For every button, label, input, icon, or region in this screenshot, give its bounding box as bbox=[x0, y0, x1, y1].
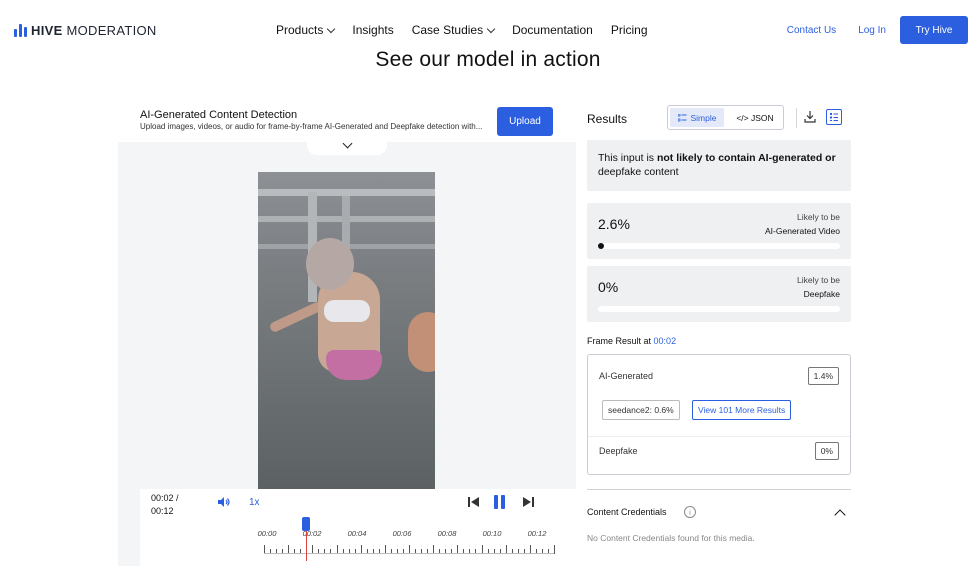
ai-generated-label: AI-Generated bbox=[599, 371, 654, 381]
score-value: 2.6% bbox=[598, 216, 630, 232]
view-toggle: Simple </> JSON bbox=[667, 105, 784, 130]
playhead-handle[interactable] bbox=[302, 517, 310, 531]
score-category: AI-Generated Video bbox=[765, 226, 840, 236]
score-card-ai-generated: 2.6% Likely to be AI-Generated Video bbox=[587, 203, 851, 259]
download-icon[interactable] bbox=[804, 111, 816, 123]
score-bar bbox=[598, 306, 840, 312]
chevron-down-icon bbox=[486, 24, 496, 33]
blurred-face bbox=[306, 238, 354, 290]
video-preview[interactable] bbox=[258, 172, 435, 489]
logo-bars-icon bbox=[14, 24, 27, 37]
timeline-label: 00:08 bbox=[437, 529, 457, 538]
chevron-down-icon bbox=[342, 138, 352, 148]
score-value: 0% bbox=[598, 279, 619, 295]
timeline-label: 00:00 bbox=[257, 529, 277, 538]
nav-products[interactable]: Products bbox=[276, 23, 336, 37]
pause-icon[interactable] bbox=[494, 495, 508, 509]
brand-name: HIVE MODERATION bbox=[31, 23, 157, 38]
frame-result-box: AI-Generated 1.4% seedance2: 0.6% View 1… bbox=[587, 354, 851, 475]
info-icon[interactable]: i bbox=[684, 506, 696, 518]
player-controls: 00:02 / 00:12 1x 00:00 00:02 00:04 00:06… bbox=[140, 489, 576, 566]
playback-speed[interactable]: 1x bbox=[249, 497, 260, 508]
view-more-results-button[interactable]: View 101 More Results bbox=[692, 400, 792, 420]
nav-links: Products Insights Case Studies Documenta… bbox=[276, 23, 666, 37]
content-credentials-text: No Content Credentials found for this me… bbox=[587, 533, 755, 543]
nav-documentation[interactable]: Documentation bbox=[512, 23, 593, 37]
ai-generated-value: 1.4% bbox=[807, 367, 839, 385]
deepfake-label: Deepfake bbox=[599, 446, 638, 456]
timeline-label: 00:10 bbox=[482, 529, 502, 538]
score-bar bbox=[598, 243, 840, 249]
detail-list-icon[interactable] bbox=[826, 109, 842, 125]
playhead-line bbox=[306, 531, 307, 561]
timeline-tick bbox=[554, 545, 555, 554]
demo-panel: AI-Generated Content Detection Upload im… bbox=[118, 100, 576, 566]
log-in-link[interactable]: Log In bbox=[858, 25, 886, 36]
timeline-label: 00:12 bbox=[527, 529, 547, 538]
view-json-button[interactable]: </> JSON bbox=[728, 108, 782, 127]
list-view-icon bbox=[677, 113, 686, 121]
contact-us-link[interactable]: Contact Us bbox=[787, 25, 836, 36]
chevron-down-icon bbox=[327, 24, 336, 33]
score-bar-fill bbox=[598, 243, 605, 249]
volume-icon[interactable] bbox=[218, 497, 230, 507]
brand-logo[interactable]: HIVE MODERATION bbox=[14, 23, 157, 38]
nav-case-studies[interactable]: Case Studies bbox=[412, 23, 496, 37]
results-panel: Results Simple </> JSON This input is no… bbox=[576, 100, 976, 566]
timeline-labels: 00:00 00:02 00:04 00:06 00:08 00:10 00:1… bbox=[140, 529, 576, 541]
content-credentials-title: Content Credentials bbox=[587, 507, 667, 517]
chevron-up-icon[interactable] bbox=[834, 509, 846, 521]
model-result-chip: seedance2: 0.6% bbox=[602, 400, 680, 420]
detector-subtitle: Upload images, videos, or audio for fram… bbox=[140, 122, 483, 131]
timeline-label: 00:04 bbox=[347, 529, 367, 538]
nav-pricing[interactable]: Pricing bbox=[611, 23, 648, 37]
page-headline: See our model in action bbox=[375, 48, 601, 71]
timeline-label: 00:06 bbox=[392, 529, 412, 538]
try-hive-button[interactable]: Try Hive bbox=[900, 16, 968, 44]
skip-back-icon[interactable] bbox=[468, 497, 479, 507]
score-caption: Likely to be bbox=[797, 212, 840, 222]
results-title: Results bbox=[587, 112, 628, 126]
collapse-toggle[interactable] bbox=[307, 135, 387, 155]
frame-result-title: Frame Result at 00:02 bbox=[587, 336, 677, 346]
deepfake-value: 0% bbox=[814, 442, 839, 460]
nav-insights[interactable]: Insights bbox=[352, 23, 393, 37]
detector-title: AI-Generated Content Detection bbox=[140, 109, 298, 121]
score-caption: Likely to be bbox=[797, 275, 840, 285]
skip-forward-icon[interactable] bbox=[523, 497, 534, 507]
score-card-deepfake: 0% Likely to be Deepfake bbox=[587, 266, 851, 322]
view-simple-button[interactable]: Simple bbox=[670, 108, 724, 127]
upload-button[interactable]: Upload bbox=[497, 107, 553, 136]
score-category: Deepfake bbox=[803, 289, 840, 299]
time-readout: 00:02 / 00:12 bbox=[151, 493, 179, 516]
result-summary: This input is not likely to contain AI-g… bbox=[587, 140, 851, 191]
